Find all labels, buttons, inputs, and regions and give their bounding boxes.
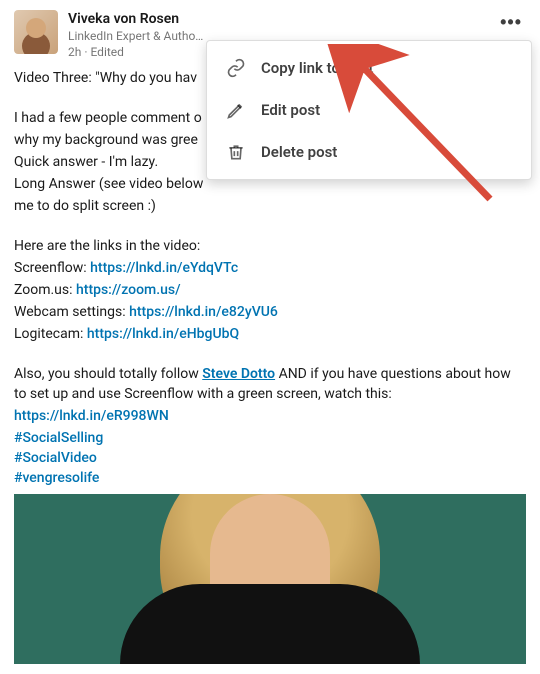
body-link-row: Zoom.us: https://zoom.us/ [14, 280, 526, 300]
hashtag[interactable]: #SocialSelling [14, 428, 526, 448]
hashtag[interactable]: #SocialVideo [14, 448, 526, 468]
logitecam-link[interactable]: https://lnkd.in/eHbgUbQ [87, 326, 239, 342]
menu-copy-link[interactable]: Copy link to post [207, 47, 531, 89]
body-link-row: Webcam settings: https://lnkd.in/e82yVU6 [14, 302, 526, 322]
link-icon [225, 57, 247, 79]
menu-edit-post[interactable]: Edit post [207, 89, 531, 131]
hashtag[interactable]: #vengresolife [14, 468, 526, 488]
webcam-settings-link[interactable]: https://lnkd.in/e82yVU6 [129, 304, 278, 320]
body-link-row: Logitecam: https://lnkd.in/eHbgUbQ [14, 324, 526, 344]
video-thumbnail[interactable] [14, 494, 526, 664]
body-link-row: Screenflow: https://lnkd.in/eYdqVTc [14, 258, 526, 278]
trash-icon [225, 141, 247, 163]
more-options-button[interactable]: ••• [496, 8, 526, 37]
menu-edit-label: Edit post [261, 101, 320, 119]
follow-link[interactable]: https://lnkd.in/eR998WN [14, 408, 169, 424]
zoom-link[interactable]: https://zoom.us/ [76, 282, 181, 298]
menu-delete-post[interactable]: Delete post [207, 131, 531, 173]
mention-steve-dotto[interactable]: Steve Dotto [202, 366, 275, 382]
pencil-icon [225, 99, 247, 121]
post-time: 2h [68, 45, 81, 59]
body-links-header: Here are the links in the video: [14, 236, 526, 256]
screenflow-link[interactable]: https://lnkd.in/eYdqVTc [90, 260, 238, 276]
body-also: Also, you should totally follow Steve Do… [14, 364, 526, 404]
menu-copy-label: Copy link to post [261, 59, 373, 77]
body-line: me to do split screen :) [14, 196, 526, 216]
options-dropdown[interactable]: Copy link to post Edit post Delete post [206, 40, 532, 180]
menu-delete-label: Delete post [261, 143, 337, 161]
post-edited: Edited [90, 45, 123, 59]
author-name[interactable]: Viveka von Rosen [68, 10, 526, 28]
avatar[interactable] [14, 10, 58, 54]
